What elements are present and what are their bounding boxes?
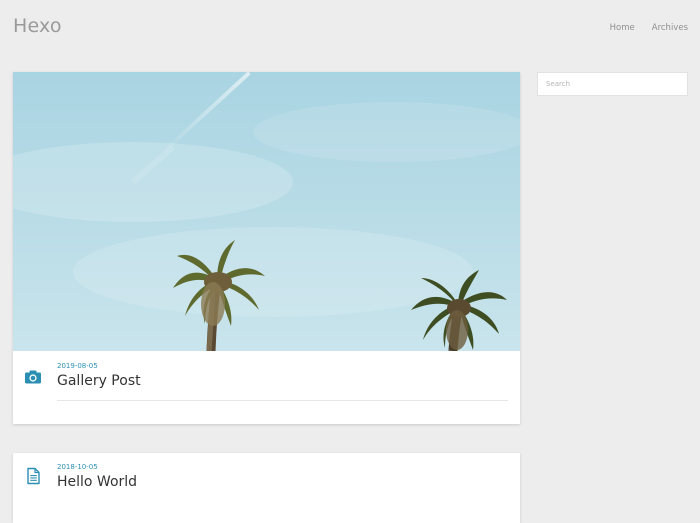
search-input[interactable] [537,72,688,96]
post-title[interactable]: Hello World [57,474,137,490]
post-card-hello-world: 2018-10-05 Hello World [13,453,520,523]
post-divider [57,400,508,401]
post-card-gallery: 2019-08-05 Gallery Post [13,72,520,424]
nav-home[interactable]: Home [610,23,635,33]
nav-archives[interactable]: Archives [652,23,688,33]
document-icon [24,467,42,485]
main-nav: Home Archives [610,23,688,33]
site-header: Hexo Home Archives [0,0,700,60]
post-date[interactable]: 2019-08-05 [57,362,98,370]
post-date[interactable]: 2018-10-05 [57,463,98,471]
post-hero-image[interactable] [13,72,520,351]
site-title[interactable]: Hexo [13,15,62,37]
post-title[interactable]: Gallery Post [57,373,141,389]
camera-icon [24,368,42,386]
